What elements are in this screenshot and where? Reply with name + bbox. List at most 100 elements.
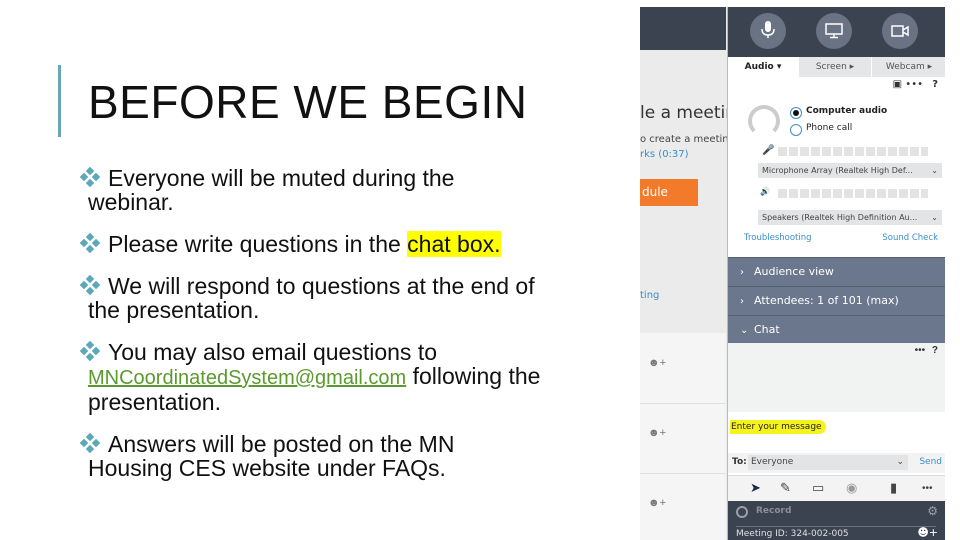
more-options-icon[interactable]: ••• bbox=[922, 483, 933, 494]
help-icon[interactable]: ? bbox=[932, 345, 938, 356]
record-button[interactable]: Record bbox=[756, 506, 791, 516]
trash-icon[interactable]: ▮ bbox=[890, 480, 897, 496]
section-label: Audience view bbox=[754, 265, 834, 278]
list-item[interactable]: ☻+ bbox=[640, 473, 726, 540]
chevron-right-icon: › bbox=[740, 267, 744, 278]
diamond-bullet-icon bbox=[79, 432, 101, 454]
highlighted-text: chat box. bbox=[407, 231, 501, 257]
tab-webcam[interactable]: Webcam ▸ bbox=[872, 57, 945, 77]
send-button[interactable]: Send bbox=[919, 457, 942, 467]
chevron-down-icon: ⌄ bbox=[896, 457, 904, 467]
chat-recipient-row: To: Everyone ⌄ Send bbox=[728, 453, 945, 473]
monitor-icon bbox=[825, 23, 843, 39]
bullet-item: Everyone will be muted during the webina… bbox=[79, 165, 640, 214]
zoom-view-icon[interactable]: ▣ bbox=[893, 79, 902, 90]
highlighter-icon[interactable]: ▭ bbox=[812, 480, 824, 496]
add-user-icon[interactable]: ☻+ bbox=[648, 497, 666, 509]
section-label: Attendees: 1 of 101 (max) bbox=[754, 294, 899, 307]
microphone-select[interactable]: Microphone Array (Realtek High Def... ⌄ bbox=[758, 163, 942, 178]
bullet-text-cont: presentation. bbox=[88, 389, 221, 415]
control-panel: Audio ▾ Screen ▸ Webcam ▸ ▣ ••• ? Comput… bbox=[727, 7, 945, 540]
bullet-text-cont: MNCoordinatedSystem@gmail.com following … bbox=[80, 364, 640, 390]
chat-toolbar: ••• ? bbox=[915, 345, 938, 356]
sound-check-link[interactable]: Sound Check bbox=[882, 233, 938, 243]
invite-user-icon[interactable]: ☻+ bbox=[917, 526, 938, 539]
diamond-bullet-icon bbox=[79, 166, 101, 188]
meeting-id: Meeting ID: 324-002-005 bbox=[736, 526, 936, 539]
speaker-device-label: Speakers (Realtek High Definition Au... bbox=[762, 213, 918, 222]
chat-log: ••• ? bbox=[728, 343, 945, 419]
webinar-screenshot: le a meetin o create a meeting rks (0:37… bbox=[640, 7, 945, 540]
chevron-down-icon: ⌄ bbox=[740, 325, 749, 336]
audio-section: Computer audio Phone call 🎤 Microphone A… bbox=[728, 93, 945, 253]
bullet-text: following the bbox=[406, 363, 541, 389]
recipient-select[interactable]: Everyone ⌄ bbox=[748, 455, 908, 470]
title-accent-bar bbox=[58, 65, 61, 137]
help-icon[interactable]: ? bbox=[932, 79, 938, 90]
tab-screen[interactable]: Screen ▸ bbox=[799, 57, 871, 77]
section-chat[interactable]: ⌄ Chat bbox=[728, 315, 945, 344]
speaker-level-icon: 🔊 bbox=[760, 187, 770, 196]
more-options-icon[interactable]: ••• bbox=[915, 345, 926, 356]
diamond-bullet-icon bbox=[79, 340, 101, 362]
chevron-down-icon: ⌄ bbox=[931, 166, 938, 175]
meeting-list: ☻+ ☻+ ☻+ bbox=[640, 333, 726, 540]
mic-level-meter bbox=[778, 147, 928, 156]
tab-audio[interactable]: Audio ▾ bbox=[728, 57, 798, 77]
mic-level-icon: 🎤 bbox=[762, 145, 775, 156]
bullet-text: Please write questions in the bbox=[108, 231, 408, 257]
computer-audio-radio[interactable] bbox=[790, 107, 802, 119]
panel-top-bar bbox=[728, 7, 945, 57]
schedule-subtext: o create a meeting bbox=[640, 134, 735, 145]
bullet-text-cont: the presentation. bbox=[88, 297, 260, 323]
add-user-icon[interactable]: ☻+ bbox=[648, 427, 666, 439]
meeting-link[interactable]: ting bbox=[640, 290, 659, 301]
record-icon[interactable] bbox=[736, 506, 748, 518]
section-audience-view[interactable]: › Audience view bbox=[728, 257, 945, 286]
schedule-button[interactable]: dule bbox=[640, 179, 698, 206]
more-options-icon[interactable]: ••• bbox=[905, 79, 923, 90]
computer-audio-label: Computer audio bbox=[806, 106, 888, 116]
app-header bbox=[640, 7, 726, 50]
email-link[interactable]: MNCoordinatedSystem@gmail.com bbox=[88, 367, 406, 389]
screen-share-button[interactable] bbox=[816, 13, 852, 49]
bullet-text-cont: Housing CES website under FAQs. bbox=[88, 455, 446, 481]
add-user-icon[interactable]: ☻+ bbox=[648, 357, 666, 369]
microphone-icon bbox=[761, 21, 775, 38]
microphone-button[interactable] bbox=[750, 13, 786, 49]
bullet-text: We will respond to questions at the end … bbox=[108, 273, 535, 299]
recipient-value: Everyone bbox=[751, 457, 794, 467]
speaker-select[interactable]: Speakers (Realtek High Definition Au... ⌄ bbox=[758, 210, 942, 225]
microphone-device-label: Microphone Array (Realtek High Def... bbox=[762, 166, 913, 175]
record-bar: Record ⚙ Meeting ID: 324-002-005 ☻+ bbox=[728, 501, 945, 540]
headset-icon bbox=[748, 105, 780, 137]
pointer-icon[interactable]: ➤ bbox=[750, 480, 761, 496]
video-link[interactable]: rks (0:37) bbox=[640, 149, 689, 160]
tab-bar: Audio ▾ Screen ▸ Webcam ▸ bbox=[728, 57, 945, 77]
list-item[interactable]: ☻+ bbox=[640, 403, 726, 474]
laser-dot-icon[interactable]: ◉ bbox=[846, 480, 857, 496]
pen-icon[interactable]: ✎ bbox=[780, 480, 791, 496]
diamond-bullet-icon bbox=[79, 274, 101, 296]
bullet-item: We will respond to questions at the end … bbox=[79, 273, 640, 323]
bullet-item: Answers will be posted on the MN Housing… bbox=[79, 432, 640, 481]
phone-call-radio[interactable] bbox=[790, 124, 802, 136]
gear-icon[interactable]: ⚙ bbox=[927, 504, 938, 518]
chat-message-input[interactable]: Enter your message bbox=[728, 412, 945, 452]
list-item[interactable]: ☻+ bbox=[640, 333, 726, 404]
chevron-right-icon: › bbox=[740, 296, 744, 307]
speaker-level-meter bbox=[778, 189, 928, 198]
bullet-item: You may also email questions to MNCoordi… bbox=[79, 339, 640, 415]
section-attendees[interactable]: › Attendees: 1 of 101 (max) bbox=[728, 286, 945, 315]
chevron-down-icon: ⌄ bbox=[931, 213, 938, 222]
chat-placeholder: Enter your message bbox=[730, 420, 826, 434]
section-label: Chat bbox=[754, 323, 780, 336]
slide-margin bbox=[945, 0, 960, 540]
phone-call-label: Phone call bbox=[806, 123, 853, 133]
slide-title: BEFORE WE BEGIN bbox=[88, 76, 528, 128]
to-label: To: bbox=[732, 457, 747, 467]
bullet-text: You may also email questions to bbox=[108, 339, 438, 365]
troubleshooting-link[interactable]: Troubleshooting bbox=[744, 233, 812, 243]
bullet-text: Everyone will be muted during the bbox=[108, 165, 455, 191]
webcam-button[interactable] bbox=[882, 13, 918, 49]
